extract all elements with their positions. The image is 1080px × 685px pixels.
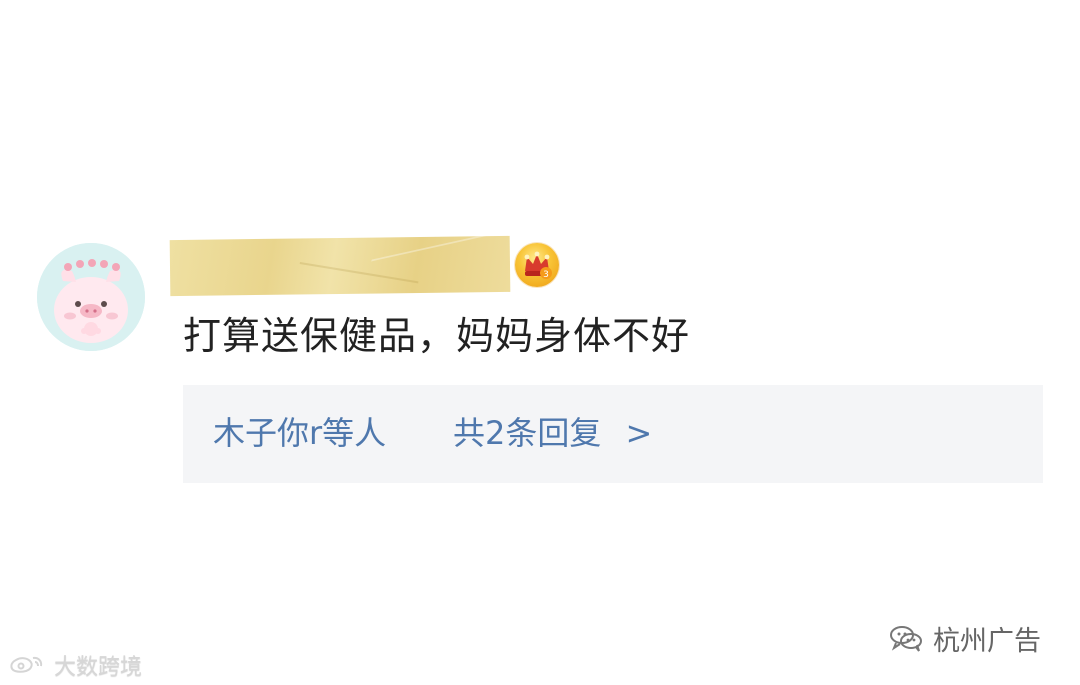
reply-count-link[interactable]: 共2条回复 > [453, 409, 652, 457]
reply-users[interactable]: 木子你r等人 [213, 409, 386, 457]
watermark-left: 大数跨境 [8, 650, 142, 680]
reply-count-label: 共2条回复 [453, 414, 602, 452]
crown-badge-icon: 3 [515, 243, 559, 287]
username-redaction[interactable] [169, 235, 511, 297]
chevron-right-icon: > [625, 414, 653, 452]
weibo-icon [10, 656, 43, 673]
user-avatar[interactable] [37, 243, 145, 351]
reply-summary-button[interactable]: 木子你r等人 共2条回复 > [183, 385, 1043, 483]
watermark-left-text: 大数跨境 [54, 655, 143, 680]
watermark-right: 杭州广告 [887, 620, 1041, 657]
pig-avatar-icon [37, 243, 145, 351]
comment-text: 打算送保健品，妈妈身体不好 [183, 314, 691, 358]
crown-icon: 3 [524, 251, 552, 280]
wechat-icon [890, 626, 922, 652]
svg-text:3: 3 [543, 270, 549, 280]
comment-card: 3 打算送保健品，妈妈身体不好 木子你r等人 共2条回复 > [0, 0, 1080, 685]
watermark-right-text: 杭州广告 [933, 625, 1041, 657]
